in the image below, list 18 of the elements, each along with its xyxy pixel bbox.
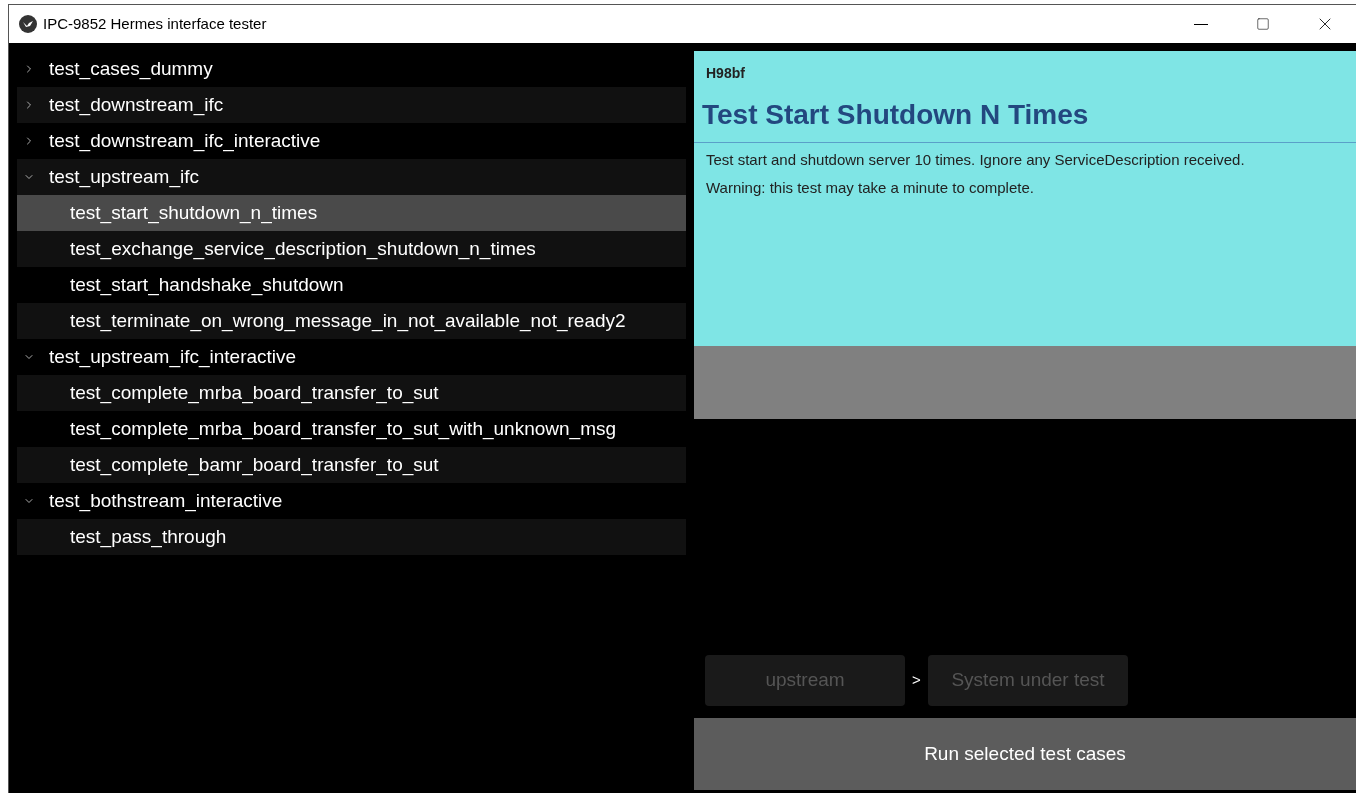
description-text: Test start and shutdown server 10 times. Ignore any ServiceDescription received. <box>705 150 1246 170</box>
window-title: IPC-9852 Hermes interface tester <box>43 13 267 34</box>
run-button[interactable]: Run selected test cases <box>694 718 1356 790</box>
tree-item[interactable]: test_exchange_service_description_shutdown_n_times <box>17 231 686 267</box>
maximize-icon <box>1256 17 1270 31</box>
tree-group-row[interactable]: test_upstream_ifc <box>17 159 686 195</box>
test-id: H98bf <box>705 64 746 83</box>
test-title: Test Start Shutdown N Times <box>694 94 1356 143</box>
tree-item[interactable]: test_complete_bamr_board_transfer_to_sut <box>17 447 686 483</box>
tree-item[interactable]: test_pass_through <box>17 519 686 555</box>
tree-item[interactable]: test_complete_mrba_board_transfer_to_sut <box>17 375 686 411</box>
description-text: Warning: this test may take a minute to complete. <box>705 178 1035 198</box>
minimize-icon <box>1194 23 1208 25</box>
tree-item[interactable]: test_start_shutdown_n_times <box>17 195 686 231</box>
tree-item[interactable]: test_terminate_on_wrong_message_in_not_available_not_ready2 <box>17 303 686 339</box>
arrow-text: > <box>911 670 922 691</box>
tree-group-row[interactable]: test_downstream_ifc <box>17 87 686 123</box>
app-logo-icon <box>19 15 37 33</box>
